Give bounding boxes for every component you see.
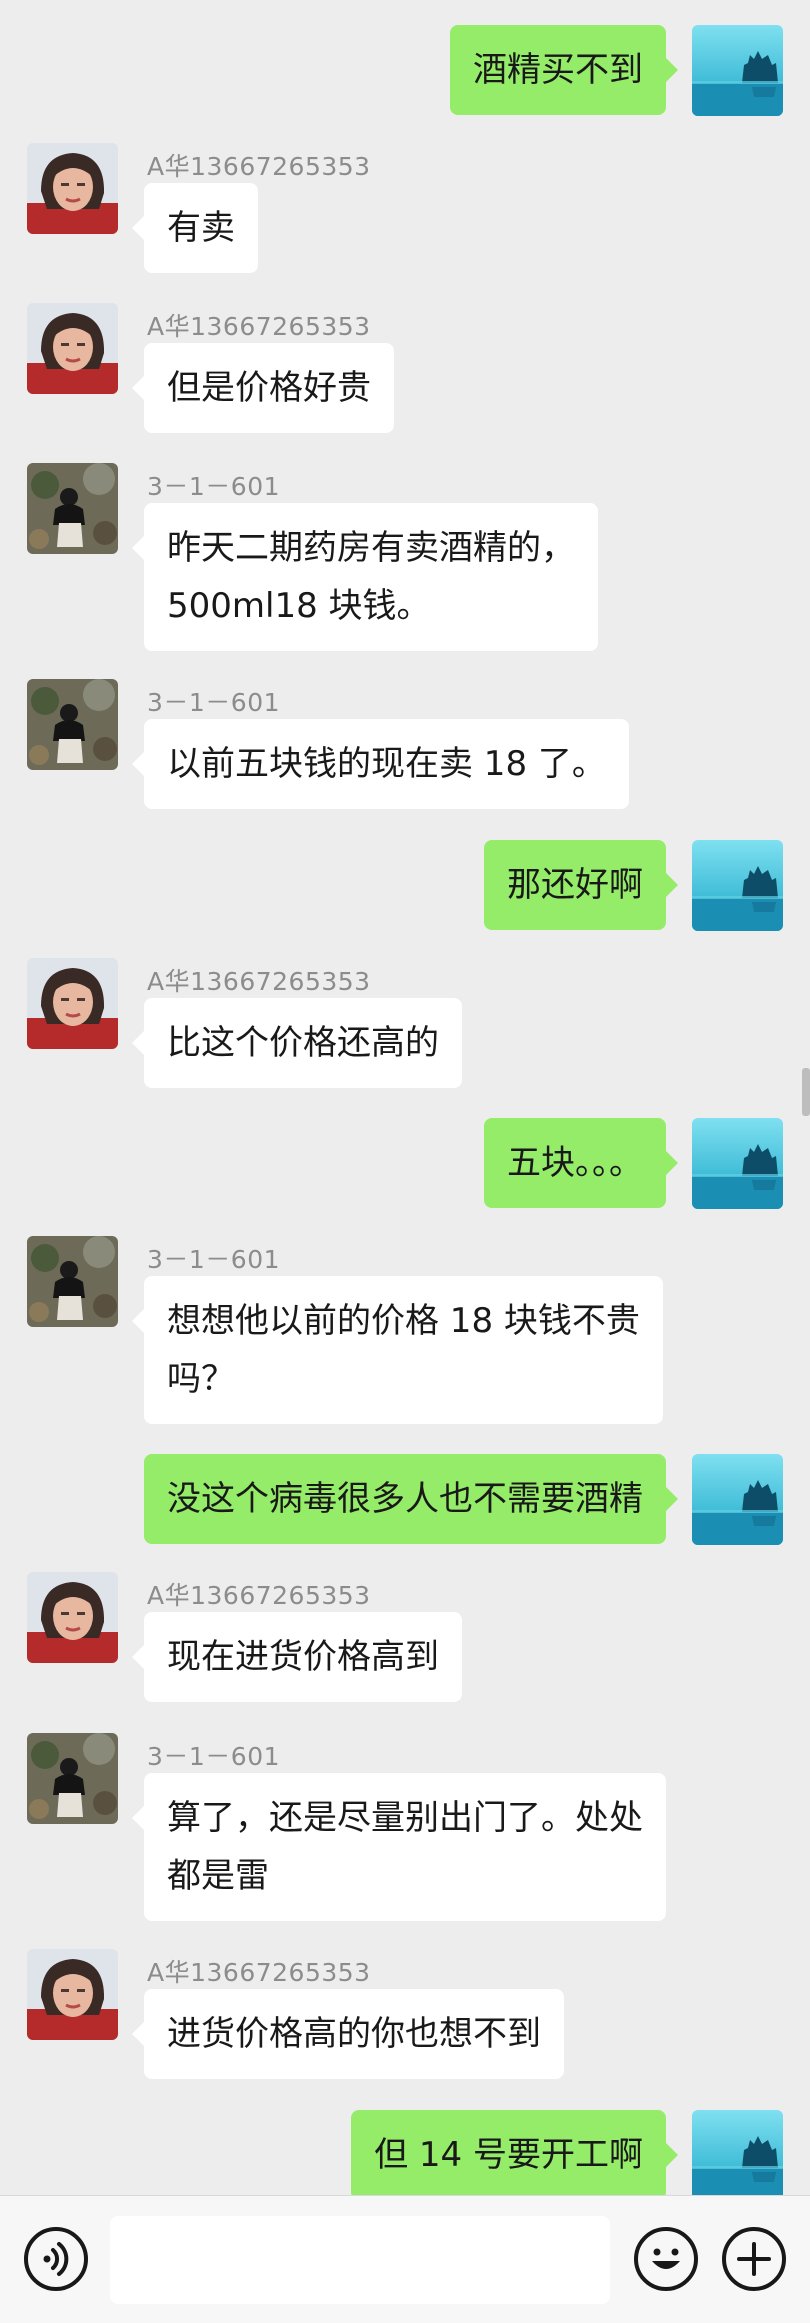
avatar[interactable] xyxy=(27,143,118,234)
message-text: 都是雷 xyxy=(167,1856,269,1896)
outgoing-message-bubble[interactable]: 那还好啊 xyxy=(484,840,678,930)
sender-name: 3－1－601 xyxy=(147,472,281,501)
scroll-indicator[interactable] xyxy=(802,1068,810,1116)
avatar[interactable] xyxy=(692,2110,783,2195)
input-bar xyxy=(0,2195,810,2323)
avatar[interactable] xyxy=(692,1118,783,1209)
message-text: 进货价格高的你也想不到 xyxy=(167,2014,541,2054)
incoming-message-bubble[interactable]: 现在进货价格高到 xyxy=(132,1612,462,1702)
message-text: 没这个病毒很多人也不需要酒精 xyxy=(167,1479,643,1519)
sender-name: A华13667265353 xyxy=(147,1581,371,1610)
incoming-message-bubble[interactable]: 有卖 xyxy=(132,183,258,273)
outgoing-message-bubble[interactable]: 但 14 号要开工啊 xyxy=(351,2110,678,2195)
emoji-icon[interactable] xyxy=(634,2227,698,2291)
message-text: 算了，还是尽量别出门了。处处 xyxy=(167,1798,643,1838)
incoming-message-bubble[interactable]: 算了，还是尽量别出门了。处处 都是雷 xyxy=(132,1773,666,1921)
message-text: 昨天二期药房有卖酒精的， xyxy=(167,528,575,568)
incoming-message-bubble[interactable]: 比这个价格还高的 xyxy=(132,998,462,1088)
sender-name: 3－1－601 xyxy=(147,1245,281,1274)
avatar[interactable] xyxy=(27,1236,118,1327)
avatar[interactable] xyxy=(27,679,118,770)
message-text: 吗？ xyxy=(167,1359,235,1399)
avatar[interactable] xyxy=(692,25,783,116)
outgoing-message-bubble[interactable]: 没这个病毒很多人也不需要酒精 xyxy=(144,1454,678,1544)
message-input[interactable] xyxy=(110,2216,610,2304)
message-text: 比这个价格还高的 xyxy=(167,1023,439,1063)
outgoing-message-bubble[interactable]: 五块。。。 xyxy=(484,1118,678,1208)
avatar[interactable] xyxy=(692,1454,783,1545)
incoming-message-bubble[interactable]: 但是价格好贵 xyxy=(132,343,394,433)
message-text: 但是价格好贵 xyxy=(167,368,371,408)
incoming-message-bubble[interactable]: 进货价格高的你也想不到 xyxy=(132,1989,564,2079)
avatar[interactable] xyxy=(27,1733,118,1824)
chat-message-list[interactable]: 酒精买不到 A华13667265353 有卖 A华13667265353 但是价格好贵 3… xyxy=(0,0,810,2195)
avatar[interactable] xyxy=(27,303,118,394)
incoming-message-bubble[interactable]: 昨天二期药房有卖酒精的， 500ml18 块钱。 xyxy=(132,503,598,651)
message-text: 现在进货价格高到 xyxy=(167,1637,439,1677)
message-text: 酒精买不到 xyxy=(473,50,643,90)
avatar[interactable] xyxy=(27,958,118,1049)
incoming-message-bubble[interactable]: 想想他以前的价格 18 块钱不贵 吗？ xyxy=(132,1276,663,1424)
avatar[interactable] xyxy=(692,840,783,931)
avatar[interactable] xyxy=(27,463,118,554)
sender-name: A华13667265353 xyxy=(147,152,371,181)
incoming-message-bubble[interactable]: 以前五块钱的现在卖 18 了。 xyxy=(132,719,629,809)
message-text: 五块。。。 xyxy=(507,1143,643,1183)
voice-icon[interactable] xyxy=(24,2227,88,2291)
plus-icon[interactable] xyxy=(722,2227,786,2291)
message-text: 那还好啊 xyxy=(507,865,643,905)
message-text: 有卖 xyxy=(167,208,235,248)
sender-name: 3－1－601 xyxy=(147,1742,281,1771)
avatar[interactable] xyxy=(27,1949,118,2040)
message-text: 500ml18 块钱。 xyxy=(167,586,431,626)
sender-name: 3－1－601 xyxy=(147,688,281,717)
avatar[interactable] xyxy=(27,1572,118,1663)
outgoing-message-bubble[interactable]: 酒精买不到 xyxy=(450,25,678,115)
sender-name: A华13667265353 xyxy=(147,967,371,996)
message-text: 想想他以前的价格 18 块钱不贵 xyxy=(167,1301,640,1341)
message-text: 以前五块钱的现在卖 18 了。 xyxy=(167,744,606,784)
sender-name: A华13667265353 xyxy=(147,1958,371,1987)
sender-name: A华13667265353 xyxy=(147,312,371,341)
message-text: 但 14 号要开工啊 xyxy=(374,2135,643,2175)
